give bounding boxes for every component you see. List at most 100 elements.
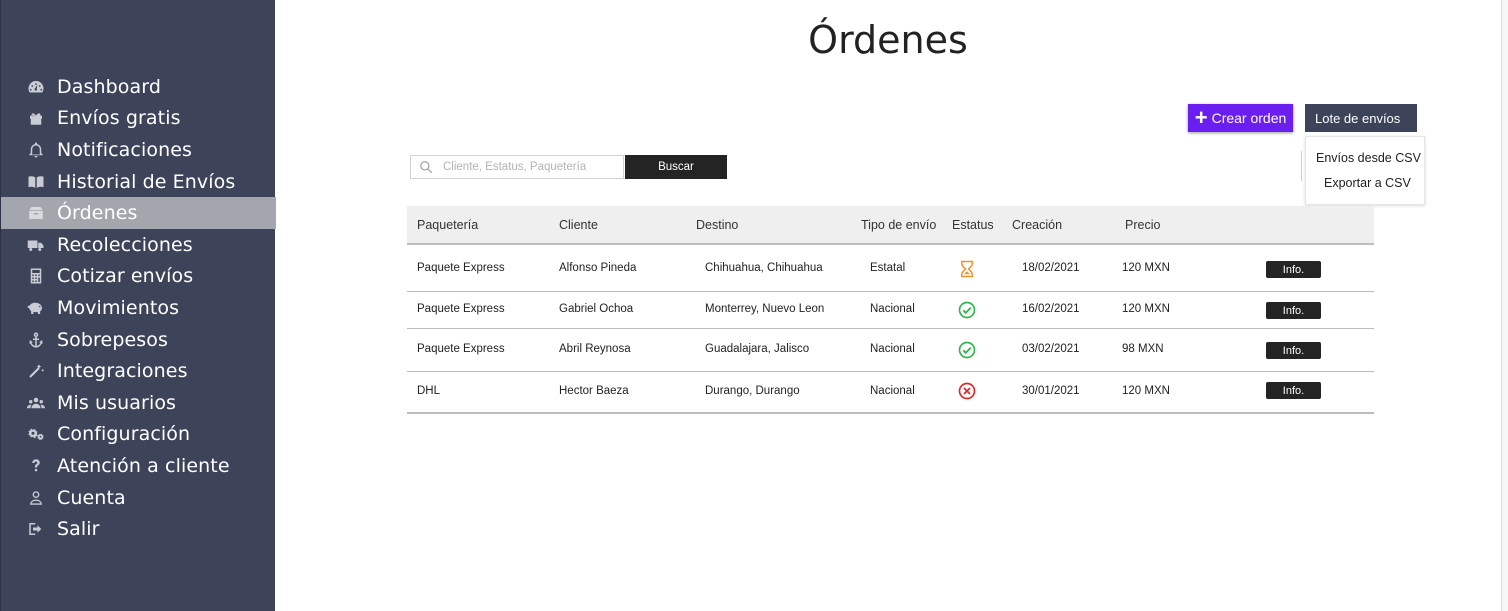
sidebar-item-ordenes[interactable]: Órdenes [1, 197, 276, 229]
sidebar-item-label: Cotizar envíos [57, 265, 194, 288]
plus-icon: + [1194, 105, 1208, 130]
search-field [410, 155, 624, 179]
cell-shipping-type: Estatal [870, 262, 906, 274]
column-header-price[interactable]: Precio [1125, 218, 1160, 232]
cell-carrier: Paquete Express [417, 262, 505, 274]
sidebar: Dashboard Envíos gratis Notificaciones H… [0, 0, 276, 611]
sidebar-item-label: Movimientos [57, 296, 180, 319]
sidebar-item-label: Integraciones [57, 360, 188, 383]
cell-price: 120 MXN [1122, 262, 1170, 274]
table-row: Paquete Express Gabriel Ochoa Monterrey,… [407, 292, 1374, 329]
batch-shipments-button[interactable]: Lote de envíos [1305, 104, 1417, 132]
info-button[interactable]: Info. [1266, 382, 1321, 399]
orders-table: Paquetería Cliente Destino Tipo de envío… [407, 206, 1374, 414]
check-circle-icon [958, 301, 976, 319]
sidebar-item-cuenta[interactable]: Cuenta [1, 482, 276, 514]
sidebar-item-label: Salir [57, 518, 100, 541]
info-button[interactable]: Info. [1266, 342, 1321, 359]
bell-icon [25, 139, 47, 161]
cell-shipping-type: Nacional [870, 303, 915, 315]
cell-created: 18/02/2021 [1022, 262, 1080, 274]
users-icon [25, 392, 47, 414]
search-icon [420, 161, 433, 174]
cell-client: Gabriel Ochoa [559, 303, 634, 315]
create-order-button[interactable]: + Crear orden [1188, 104, 1293, 132]
column-header-created[interactable]: Creación [1012, 218, 1062, 232]
cell-price: 120 MXN [1122, 385, 1170, 397]
question-icon [25, 455, 47, 477]
sidebar-item-integraciones[interactable]: Integraciones [1, 355, 276, 387]
truck-icon [25, 234, 47, 256]
x-circle-icon [958, 382, 976, 400]
sidebar-item-sobrepesos[interactable]: Sobrepesos [1, 324, 276, 356]
sidebar-item-cotizar[interactable]: Cotizar envíos [1, 261, 276, 293]
cell-destination: Durango, Durango [705, 385, 800, 397]
table-header: Paquetería Cliente Destino Tipo de envío… [407, 206, 1374, 245]
sidebar-item-dashboard[interactable]: Dashboard [1, 71, 276, 103]
cell-destination: Monterrey, Nuevo Leon [705, 303, 825, 315]
sidebar-item-label: Dashboard [57, 75, 161, 98]
sidebar-item-label: Historial de Envíos [57, 170, 236, 193]
sidebar-item-label: Órdenes [57, 202, 138, 225]
column-header-carrier[interactable]: Paquetería [417, 218, 478, 232]
hourglass-icon [961, 260, 973, 278]
cell-client: Alfonso Pineda [559, 262, 637, 274]
search-button[interactable]: Buscar [625, 155, 727, 179]
gift-icon [25, 107, 47, 129]
sidebar-item-label: Envíos gratis [57, 107, 181, 130]
calculator-icon [25, 265, 47, 287]
sidebar-item-label: Notificaciones [57, 138, 193, 161]
sidebar-item-envios-gratis[interactable]: Envíos gratis [1, 103, 276, 135]
menu-item-import-csv[interactable]: Envíos desde CSV [1306, 150, 1424, 175]
sidebar-nav: Dashboard Envíos gratis Notificaciones H… [1, 71, 276, 545]
column-header-destination[interactable]: Destino [696, 218, 738, 232]
sidebar-item-label: Configuración [57, 423, 191, 446]
cell-carrier: DHL [417, 385, 441, 397]
sidebar-item-historial[interactable]: Historial de Envíos [1, 166, 276, 198]
column-header-shipping-type[interactable]: Tipo de envío [861, 218, 936, 232]
cell-client: Hector Baeza [559, 385, 629, 397]
sidebar-item-atencion[interactable]: Atención a cliente [1, 450, 276, 482]
sidebar-item-salir[interactable]: Salir [1, 513, 276, 545]
cell-created: 30/01/2021 [1022, 385, 1080, 397]
sidebar-item-movimientos[interactable]: Movimientos [1, 292, 276, 324]
sidebar-item-recolecciones[interactable]: Recolecciones [1, 229, 276, 261]
cell-shipping-type: Nacional [870, 343, 915, 355]
table-row: Paquete Express Alfonso Pineda Chihuahua… [407, 245, 1374, 292]
search-input[interactable] [443, 161, 613, 173]
cell-created: 03/02/2021 [1022, 343, 1080, 355]
book-icon [25, 171, 47, 193]
table-row: DHL Hector Baeza Durango, Durango Nacion… [407, 372, 1374, 414]
sidebar-item-configuracion[interactable]: Configuración [1, 419, 276, 451]
magic-wand-icon [25, 360, 47, 382]
piggy-bank-icon [25, 297, 47, 319]
cell-destination: Chihuahua, Chihuahua [705, 262, 823, 274]
sidebar-item-notificaciones[interactable]: Notificaciones [1, 134, 276, 166]
cell-carrier: Paquete Express [417, 303, 505, 315]
info-button[interactable]: Info. [1266, 302, 1321, 319]
cell-created: 16/02/2021 [1022, 303, 1080, 315]
anchor-icon [25, 329, 47, 351]
sidebar-item-label: Sobrepesos [57, 328, 169, 351]
cell-client: Abril Reynosa [559, 343, 631, 355]
menu-item-export-csv[interactable]: Exportar a CSV [1306, 175, 1424, 200]
batch-dropdown-menu: Envíos desde CSV Exportar a CSV [1305, 136, 1425, 205]
column-header-client[interactable]: Cliente [559, 218, 598, 232]
sidebar-item-label: Recolecciones [57, 233, 193, 256]
cell-price: 98 MXN [1122, 343, 1164, 355]
sidebar-item-label: Mis usuarios [57, 391, 177, 414]
sign-out-icon [25, 518, 47, 540]
scrollbar[interactable] [1501, 0, 1508, 611]
cell-price: 120 MXN [1122, 303, 1170, 315]
cell-carrier: Paquete Express [417, 343, 505, 355]
sidebar-item-mis-usuarios[interactable]: Mis usuarios [1, 387, 276, 419]
divider [1301, 151, 1302, 181]
create-order-label: Crear orden [1211, 110, 1287, 126]
check-circle-icon [958, 341, 976, 359]
column-header-status[interactable]: Estatus [952, 218, 994, 232]
table-row: Paquete Express Abril Reynosa Guadalajar… [407, 329, 1374, 372]
sidebar-item-label: Cuenta [57, 486, 126, 509]
cell-destination: Guadalajara, Jalisco [705, 343, 810, 355]
gears-icon [25, 423, 47, 445]
info-button[interactable]: Info. [1266, 261, 1321, 278]
